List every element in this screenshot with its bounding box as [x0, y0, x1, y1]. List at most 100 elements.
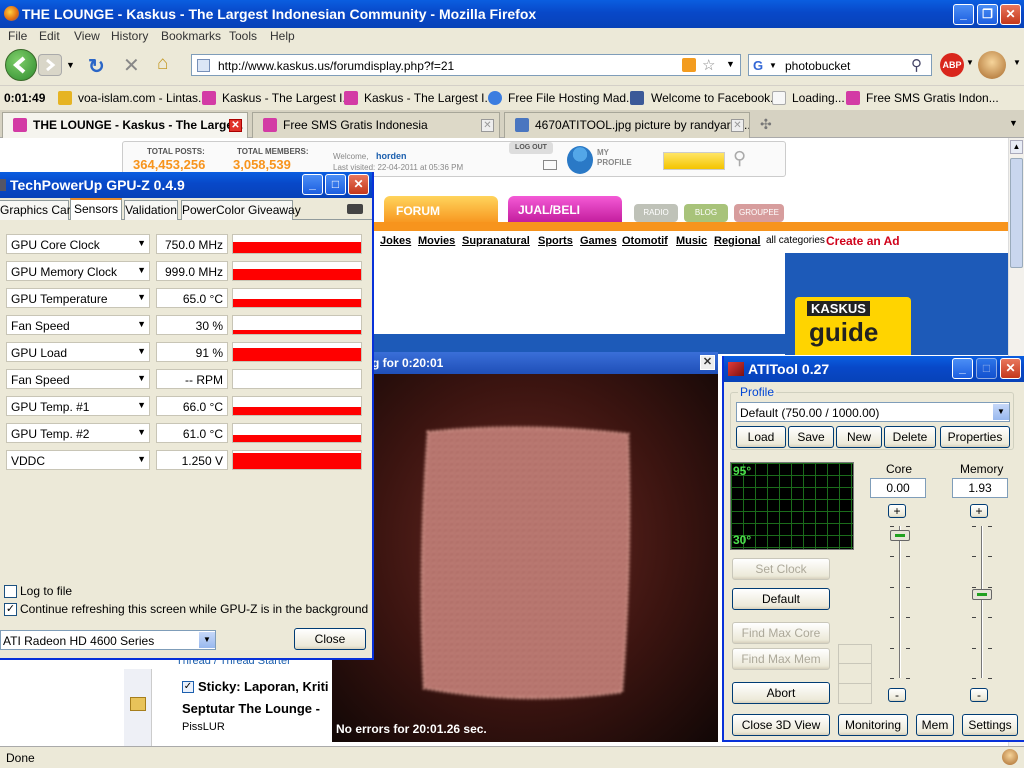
sensor-name-select[interactable]: GPU Temp. #2 ▼: [6, 423, 150, 443]
create-ad-link[interactable]: Create an Ad: [826, 234, 900, 248]
stop-icon[interactable]: ✕: [123, 53, 140, 78]
memory-clock-slider[interactable]: [970, 526, 994, 680]
properties-button[interactable]: Properties: [940, 426, 1010, 448]
continue-refresh-checkbox[interactable]: ✓: [4, 603, 17, 616]
nav-forum-tab[interactable]: FORUM: [384, 196, 498, 224]
url-bar[interactable]: http://www.kaskus.us/forumdisplay.php?f=…: [191, 54, 741, 76]
atitool-minimize-icon[interactable]: _: [952, 358, 973, 379]
sensor-name-select[interactable]: GPU Temperature ▼: [6, 288, 150, 308]
new-profile-button[interactable]: New: [836, 426, 882, 448]
restore-icon[interactable]: ❐: [977, 4, 998, 25]
menu-tools[interactable]: Tools: [229, 29, 257, 43]
chevron-down-icon[interactable]: ▼: [137, 373, 146, 383]
category-link[interactable]: Jokes: [380, 235, 411, 247]
adblock-icon[interactable]: ABP: [940, 53, 964, 77]
tab-atitool-picture[interactable]: 4670ATITOOL.jpg picture by randyarm... ✕: [504, 112, 750, 138]
minimize-icon[interactable]: _: [953, 4, 974, 25]
menu-history[interactable]: History: [111, 29, 148, 43]
gpuz-minimize-icon[interactable]: _: [302, 174, 323, 195]
chevron-down-icon[interactable]: ▼: [137, 238, 146, 248]
bookmark-item[interactable]: Loading...: [792, 91, 845, 105]
profile-select[interactable]: Default (750.00 / 1000.00) ▼: [736, 402, 1010, 422]
kaskus-guide-ad[interactable]: KASKUS guide: [785, 253, 1008, 355]
memory-clock-input[interactable]: 1.93: [952, 478, 1008, 498]
header-search-icon[interactable]: ⚲: [733, 148, 759, 168]
find-max-mem-button[interactable]: Find Max Mem: [732, 648, 830, 670]
chevron-down-icon[interactable]: ▼: [137, 400, 146, 410]
render-close-icon[interactable]: ✕: [700, 355, 715, 370]
chevron-down-icon[interactable]: ▼: [137, 454, 146, 464]
category-link[interactable]: Otomotif: [622, 235, 668, 247]
chevron-down-icon[interactable]: ▼: [137, 265, 146, 275]
bookmark-item[interactable]: Kaskus - The Largest I...: [364, 91, 495, 105]
settings-button[interactable]: Settings: [962, 714, 1018, 736]
memory-increase-button[interactable]: +: [970, 504, 988, 518]
scroll-up-icon[interactable]: ▲: [1010, 140, 1023, 154]
tab-close-icon[interactable]: ✕: [731, 119, 744, 132]
sensor-name-select[interactable]: GPU Load ▼: [6, 342, 150, 362]
tab-list-icon[interactable]: ▼: [1009, 118, 1018, 128]
tab-close-icon[interactable]: ✕: [229, 119, 242, 132]
core-clock-input[interactable]: 0.00: [870, 478, 926, 498]
tab-validation[interactable]: Validation: [124, 200, 178, 220]
bookmark-item[interactable]: voa-islam.com - Lintas...: [78, 91, 208, 105]
history-dropdown-icon[interactable]: ▼: [66, 60, 75, 70]
gpuz-maximize-icon[interactable]: □: [325, 174, 346, 195]
sensor-name-select[interactable]: GPU Memory Clock ▼: [6, 261, 150, 281]
engine-dropdown-icon[interactable]: ▼: [769, 61, 777, 70]
close-3d-view-button[interactable]: Close 3D View: [732, 714, 830, 736]
google-icon[interactable]: G: [753, 58, 763, 73]
chevron-down-icon[interactable]: ▼: [137, 319, 146, 329]
sticky-thread-title[interactable]: Laporan, Kriti: [244, 679, 329, 694]
home-icon[interactable]: ⌂: [157, 53, 168, 75]
menu-edit[interactable]: Edit: [39, 29, 60, 43]
save-profile-button[interactable]: Save: [788, 426, 834, 448]
chevron-down-icon[interactable]: ▼: [993, 404, 1009, 420]
abort-button[interactable]: Abort: [732, 682, 830, 704]
camera-icon[interactable]: [347, 204, 363, 214]
menu-help[interactable]: Help: [270, 29, 295, 43]
slider-thumb[interactable]: [972, 589, 992, 601]
bookmark-star-icon[interactable]: ☆: [702, 56, 715, 74]
mem-button[interactable]: Mem: [916, 714, 954, 736]
back-button[interactable]: [5, 49, 37, 81]
logout-button[interactable]: LOG OUT: [509, 142, 553, 154]
category-link[interactable]: Music: [676, 235, 707, 247]
new-tab-icon[interactable]: ✣: [760, 116, 772, 133]
core-increase-button[interactable]: +: [888, 504, 906, 518]
core-decrease-button[interactable]: -: [888, 688, 906, 702]
header-search-input[interactable]: [663, 152, 725, 170]
rss-feed-icon[interactable]: [682, 58, 696, 72]
menu-file[interactable]: File: [8, 29, 27, 43]
tab-powercolor-giveaway[interactable]: PowerColor Giveaway: [181, 200, 301, 220]
slider-thumb[interactable]: [890, 530, 910, 542]
scroll-thumb[interactable]: [1010, 158, 1023, 268]
gpuz-close-icon[interactable]: ✕: [348, 174, 369, 195]
thread-title-link[interactable]: Septutar The Lounge -: [182, 701, 320, 716]
nav-groupee-tab[interactable]: GROUPEE: [734, 204, 784, 222]
sensor-name-select[interactable]: Fan Speed ▼: [6, 315, 150, 335]
forward-button[interactable]: [38, 54, 62, 76]
category-link[interactable]: Movies: [418, 235, 455, 247]
my-profile-link[interactable]: MY PROFILE: [597, 148, 637, 168]
sensor-name-select[interactable]: Fan Speed ▼: [6, 369, 150, 389]
bookmark-item[interactable]: Welcome to Facebook...: [651, 91, 780, 105]
category-link[interactable]: Sports: [538, 235, 573, 247]
chevron-down-icon[interactable]: ▼: [137, 427, 146, 437]
category-link[interactable]: Supranatural: [462, 235, 530, 247]
tab-free-sms[interactable]: Free SMS Gratis Indonesia ✕: [252, 112, 500, 138]
core-clock-slider[interactable]: [888, 526, 912, 680]
memory-decrease-button[interactable]: -: [970, 688, 988, 702]
chevron-down-icon[interactable]: ▼: [137, 292, 146, 302]
bookmark-item[interactable]: Free SMS Gratis Indon...: [866, 91, 999, 105]
atitool-close-icon[interactable]: ✕: [1000, 358, 1021, 379]
username-link[interactable]: horden: [376, 151, 407, 161]
profile-avatar-icon[interactable]: [567, 146, 593, 174]
nav-radio-tab[interactable]: RADIO: [634, 204, 678, 222]
menu-view[interactable]: View: [74, 29, 100, 43]
sensor-name-select[interactable]: GPU Core Clock ▼: [6, 234, 150, 254]
all-categories-link[interactable]: all categories: [766, 235, 825, 246]
reload-icon[interactable]: ↻: [88, 54, 105, 79]
sensor-name-select[interactable]: GPU Temp. #1 ▼: [6, 396, 150, 416]
gpuz-close-button[interactable]: Close: [294, 628, 366, 650]
